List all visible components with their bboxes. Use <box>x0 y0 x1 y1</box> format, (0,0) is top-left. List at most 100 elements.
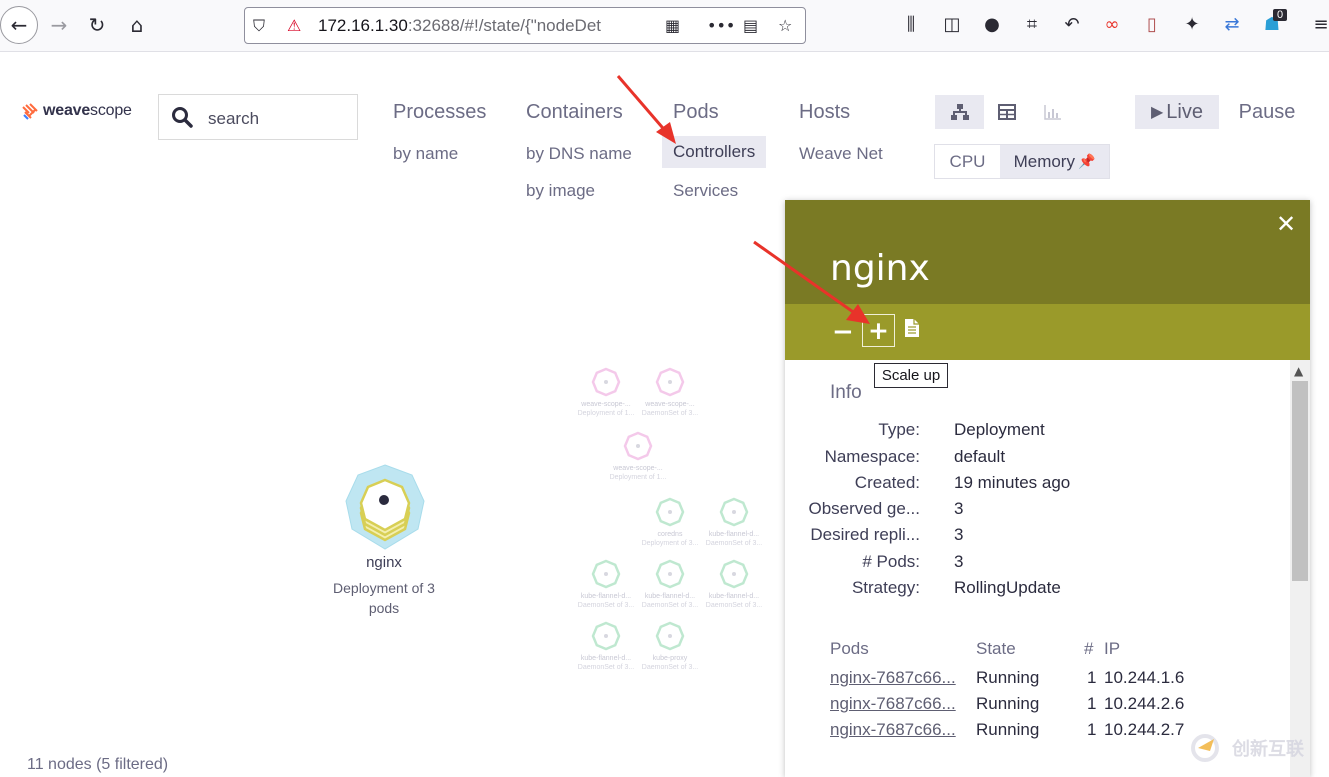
extensions-puzzle-icon[interactable]: ✦ <box>1181 13 1203 35</box>
faded-node[interactable]: weave-scope-... Deployment of 1... <box>610 431 667 481</box>
info-label: Strategy: <box>851 578 920 597</box>
pod-link[interactable]: nginx-7687c66... <box>830 720 956 740</box>
faded-node-label: kube-flannel-d... <box>709 531 759 538</box>
faded-node[interactable]: kube-flannel-d... DaemonSet of 3... <box>642 559 698 609</box>
status-text: 11 nodes (5 filtered) <box>27 756 169 773</box>
faded-node[interactable]: kube-flannel-d... DaemonSet of 3... <box>706 497 762 547</box>
reader-view-icon[interactable]: ▤ <box>743 16 758 35</box>
notification-badge: 0 <box>1273 9 1288 21</box>
faded-node-dot <box>668 510 672 514</box>
pod-link[interactable]: nginx-7687c66... <box>830 668 956 688</box>
close-icon[interactable]: ✕ <box>1275 210 1297 238</box>
forward-arrow-icon[interactable]: → <box>42 8 76 42</box>
info-row-observed-generation: Observed ge... 3 <box>785 499 1285 525</box>
bookmark-star-icon[interactable]: ☆ <box>778 16 792 35</box>
sub-weave-net[interactable]: Weave Net <box>788 138 894 170</box>
faded-node-sublabel: DaemonSet of 3... <box>642 664 698 671</box>
topology-processes[interactable]: Processes <box>393 101 486 124</box>
infinity-extension-icon[interactable]: ∞ <box>1101 13 1123 35</box>
faded-node-dot <box>668 380 672 384</box>
search-input[interactable]: search <box>158 94 358 140</box>
faded-node-label: kube-flannel-d... <box>581 655 631 662</box>
annotation-arrow <box>753 240 870 324</box>
live-button[interactable]: ▶ Live <box>1135 95 1219 129</box>
home-icon[interactable]: ⌂ <box>120 8 154 42</box>
sub-by-name[interactable]: by name <box>382 138 469 170</box>
screenshot-icon[interactable]: ⌗ <box>1021 13 1043 35</box>
scale-up-tooltip: Scale up <box>874 363 948 388</box>
scroll-up-arrow-icon[interactable]: ▲ <box>1294 364 1303 378</box>
info-value: Deployment <box>954 420 1045 439</box>
table-view-icon <box>998 104 1016 120</box>
table-view-button[interactable] <box>984 95 1030 129</box>
faded-node[interactable]: kube-flannel-d... DaemonSet of 3... <box>578 621 634 671</box>
faded-node-label: weave-scope-... <box>612 465 662 472</box>
info-value: 3 <box>954 552 964 571</box>
graph-view-button[interactable] <box>935 95 984 129</box>
sub-services[interactable]: Services <box>662 175 749 207</box>
back-arrow-icon[interactable]: ← <box>0 6 38 44</box>
reload-icon[interactable]: ↻ <box>80 8 114 42</box>
undo-icon[interactable]: ↶ <box>1061 13 1083 35</box>
pods-header-name[interactable]: Pods <box>830 639 869 659</box>
url-host: 172.16.1.30 <box>318 16 408 35</box>
pods-header-count[interactable]: # <box>1084 639 1093 659</box>
address-bar[interactable]: ⛉ ⚠ 172.16.1.30:32688/#!/state/{"nodeDet… <box>244 7 806 44</box>
faded-node-sublabel: Deployment of 1... <box>610 474 667 481</box>
faded-node-sublabel: DaemonSet of 3... <box>642 602 698 609</box>
weave-logo-icon <box>22 102 38 120</box>
faded-node[interactable]: kube-flannel-d... DaemonSet of 3... <box>706 559 762 609</box>
page-actions-icon[interactable]: ••• <box>707 16 735 35</box>
info-value: 19 minutes ago <box>954 473 1071 492</box>
faded-node[interactable]: weave-scope-... DaemonSet of 3... <box>642 367 698 417</box>
metric-memory-button[interactable]: Memory 📌 <box>1000 145 1109 178</box>
sync-icon[interactable]: ⇄ <box>1221 13 1243 35</box>
nginx-node[interactable] <box>340 463 430 558</box>
pod-link[interactable]: nginx-7687c66... <box>830 694 956 714</box>
annotation-arrow <box>616 75 676 144</box>
topology-containers[interactable]: Containers <box>526 101 623 124</box>
pods-header-ip[interactable]: IP <box>1104 639 1120 659</box>
faded-node[interactable]: weave-scope-... Deployment of 1... <box>578 367 635 417</box>
faded-node-dot <box>732 510 736 514</box>
info-row-namespace: Namespace: default <box>785 447 1285 473</box>
menu-hamburger-icon[interactable]: ≡ <box>1310 13 1329 35</box>
faded-node-dot <box>732 572 736 576</box>
faded-node-dot <box>668 634 672 638</box>
pause-button[interactable]: Pause <box>1228 95 1306 129</box>
browser-toolbar: ← → ↻ ⌂ ⛉ ⚠ 172.16.1.30:32688/#!/state/{… <box>0 0 1329 52</box>
faded-node-sublabel: Deployment of 3... <box>642 540 699 547</box>
metric-memory-label: Memory <box>1013 151 1075 171</box>
faded-node[interactable]: kube-proxy DaemonSet of 3... <box>642 621 698 671</box>
live-label: Live <box>1166 100 1203 123</box>
pod-state: Running <box>976 668 1040 687</box>
url-text[interactable]: 172.16.1.30:32688/#!/state/{"nodeDet <box>318 16 633 36</box>
pdf-icon[interactable]: ▯ <box>1141 13 1163 35</box>
faded-node[interactable]: coredns Deployment of 3... <box>642 497 699 547</box>
account-icon[interactable]: ● <box>981 13 1003 35</box>
faded-node-dot <box>636 444 640 448</box>
watermark-icon <box>1191 734 1219 762</box>
info-value: default <box>954 447 1006 466</box>
insecure-lock-icon[interactable]: ⚠ <box>287 16 301 35</box>
sidebar-icon[interactable]: ◫ <box>941 13 963 35</box>
info-row-created: Created: 19 minutes ago <box>785 473 1285 499</box>
pod-count: 1 <box>1087 720 1097 739</box>
pods-header-state[interactable]: State <box>976 639 1016 659</box>
faded-node-dot <box>668 572 672 576</box>
metric-cpu-button[interactable]: CPU <box>935 145 1000 178</box>
scrollbar-thumb[interactable] <box>1292 381 1308 581</box>
topology-hosts[interactable]: Hosts <box>799 101 850 124</box>
shield-icon[interactable]: ⛉ <box>253 16 265 36</box>
document-icon[interactable] <box>904 318 920 338</box>
sub-by-image[interactable]: by image <box>515 175 606 207</box>
resource-view-button[interactable] <box>1030 95 1076 129</box>
faded-node-dot <box>604 634 608 638</box>
pod-ip: 10.244.2.6 <box>1104 694 1185 713</box>
pod-state: Running <box>976 694 1040 713</box>
library-icon[interactable]: ⫼ <box>900 13 922 35</box>
faded-node[interactable]: kube-flannel-d... DaemonSet of 3... <box>578 559 634 609</box>
info-row-desired-replicas: Desired repli... 3 <box>785 525 1285 551</box>
info-value: 3 <box>954 525 964 544</box>
qr-code-icon[interactable]: ▦ <box>665 16 680 35</box>
